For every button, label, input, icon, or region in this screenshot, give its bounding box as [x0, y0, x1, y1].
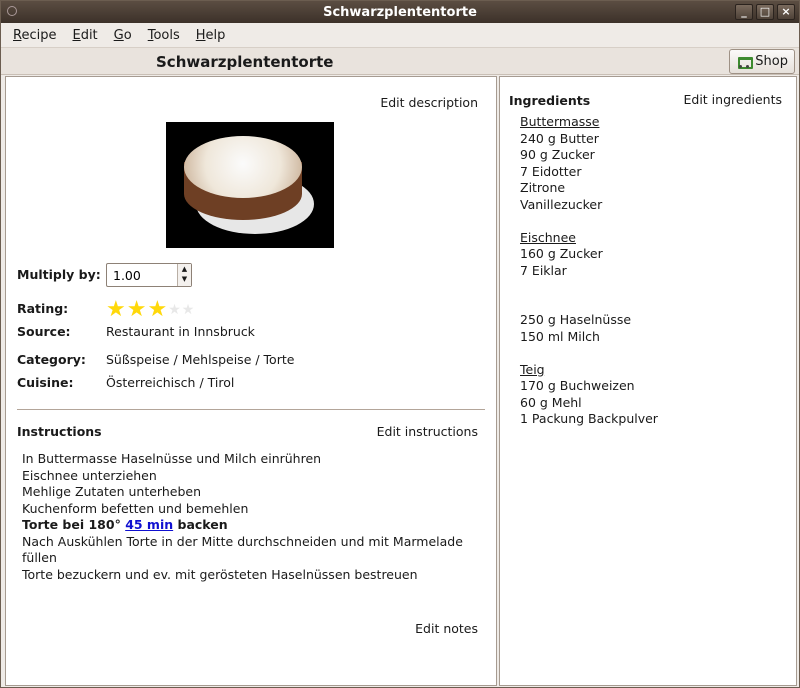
minimize-button[interactable]: _ — [735, 4, 753, 20]
cart-icon — [736, 55, 754, 69]
ingredient-item[interactable]: 1 Packung Backpulver — [520, 411, 658, 428]
rating-stars[interactable]: ★ ★ ★ ★ ★ — [106, 299, 194, 321]
instructions-text: In Buttermasse Haselnüsse und Milch einr… — [22, 451, 463, 583]
ingredient-item[interactable]: Zitrone — [520, 180, 658, 197]
ingredient-item[interactable]: 60 g Mehl — [520, 395, 658, 412]
star-empty-icon[interactable]: ★ — [182, 299, 195, 321]
edit-notes-link[interactable]: Edit notes — [415, 621, 478, 636]
ingredient-list: Buttermasse 240 g Butter 90 g Zucker 7 E… — [520, 114, 658, 428]
window-controls: _ □ × — [735, 4, 795, 20]
ingredient-item[interactable]: 240 g Butter — [520, 131, 658, 148]
star-filled-icon[interactable]: ★ — [147, 299, 167, 321]
close-button[interactable]: × — [777, 4, 795, 20]
section-divider — [17, 409, 485, 410]
source-value: Restaurant in Innsbruck — [106, 324, 255, 339]
recipe-details-pane[interactable]: Edit description Multiply by: ▲ ▼ Rating… — [5, 76, 497, 686]
menu-tools[interactable]: Tools — [140, 28, 188, 43]
ingredient-group-heading: Teig — [520, 361, 545, 377]
menu-bar: Recipe Edit Go Tools Help — [1, 23, 799, 47]
ingredient-group-heading: Buttermasse — [520, 114, 600, 129]
window-title: Schwarzplententorte — [323, 4, 477, 20]
star-filled-icon[interactable]: ★ — [106, 299, 126, 321]
ingredient-item[interactable]: 170 g Buchweizen — [520, 378, 658, 395]
instruction-line: Eischnee unterziehen — [22, 467, 157, 483]
ingredient-group-heading: Eischnee — [520, 229, 576, 245]
ingredient-item[interactable]: 7 Eidotter — [520, 164, 658, 181]
edit-ingredients-link[interactable]: Edit ingredients — [684, 92, 783, 107]
multiply-spinbox[interactable]: ▲ ▼ — [106, 263, 192, 287]
app-window: Schwarzplententorte _ □ × Recipe Edit Go… — [0, 0, 800, 688]
shop-label: Shop — [755, 54, 788, 69]
edit-instructions-link[interactable]: Edit instructions — [377, 424, 478, 439]
window-menu-icon[interactable] — [7, 6, 17, 16]
instructions-heading: Instructions — [17, 424, 102, 439]
star-empty-icon[interactable]: ★ — [168, 299, 181, 321]
shop-button[interactable]: Shop — [729, 49, 795, 74]
title-bar[interactable]: Schwarzplententorte _ □ × — [1, 1, 799, 23]
star-filled-icon[interactable]: ★ — [127, 299, 147, 321]
instruction-line: Nach Auskühlen Torte in der Mitte durchs… — [22, 533, 463, 549]
menu-go[interactable]: Go — [106, 28, 140, 43]
ingredient-item[interactable]: 90 g Zucker — [520, 147, 658, 164]
ingredient-item[interactable]: 150 ml Milch — [520, 329, 658, 346]
cuisine-label: Cuisine: — [17, 375, 74, 390]
category-value: Süßspeise / Mehlspeise / Torte — [106, 352, 295, 367]
edit-description-link[interactable]: Edit description — [380, 95, 478, 110]
ingredients-pane[interactable]: Ingredients Edit ingredients Buttermasse… — [499, 76, 797, 686]
ingredient-item[interactable]: Vanillezucker — [520, 197, 658, 214]
rating-label: Rating: — [17, 301, 69, 316]
menu-help[interactable]: Help — [188, 28, 234, 43]
spin-buttons[interactable]: ▲ ▼ — [177, 264, 191, 286]
spin-down-icon[interactable]: ▼ — [178, 274, 191, 284]
ingredients-heading: Ingredients — [509, 93, 591, 108]
multiply-input[interactable] — [111, 267, 175, 284]
instruction-line: Kuchenform befetten und bemehlen — [22, 500, 249, 516]
ingredient-item[interactable]: 250 g Haselnüsse — [520, 312, 658, 329]
recipe-title: Schwarzplententorte — [156, 53, 334, 71]
multiply-label: Multiply by: — [17, 267, 101, 282]
instruction-line-bold: Torte bei 180° 45 min backen — [22, 517, 228, 532]
spin-up-icon[interactable]: ▲ — [178, 264, 191, 274]
recipe-header: Schwarzplententorte Shop — [1, 47, 799, 75]
maximize-button[interactable]: □ — [756, 4, 774, 20]
instruction-line: In Buttermasse Haselnüsse und Milch einr… — [22, 451, 322, 466]
ingredient-item[interactable]: 7 Eiklar — [520, 263, 658, 280]
instruction-line: füllen — [22, 550, 57, 565]
cuisine-value: Österreichisch / Tirol — [106, 375, 235, 390]
category-label: Category: — [17, 352, 86, 367]
timer-link[interactable]: 45 min — [125, 517, 173, 532]
cake-top-shape — [184, 136, 302, 198]
instruction-line: Mehlige Zutaten unterheben — [22, 484, 201, 499]
ingredient-item[interactable]: 160 g Zucker — [520, 246, 658, 263]
menu-recipe[interactable]: Recipe — [5, 28, 64, 43]
menu-edit[interactable]: Edit — [64, 28, 105, 43]
recipe-photo[interactable] — [166, 122, 334, 248]
instruction-line: Torte bezuckern und ev. mit gerösteten H… — [22, 566, 418, 582]
source-label: Source: — [17, 324, 71, 339]
